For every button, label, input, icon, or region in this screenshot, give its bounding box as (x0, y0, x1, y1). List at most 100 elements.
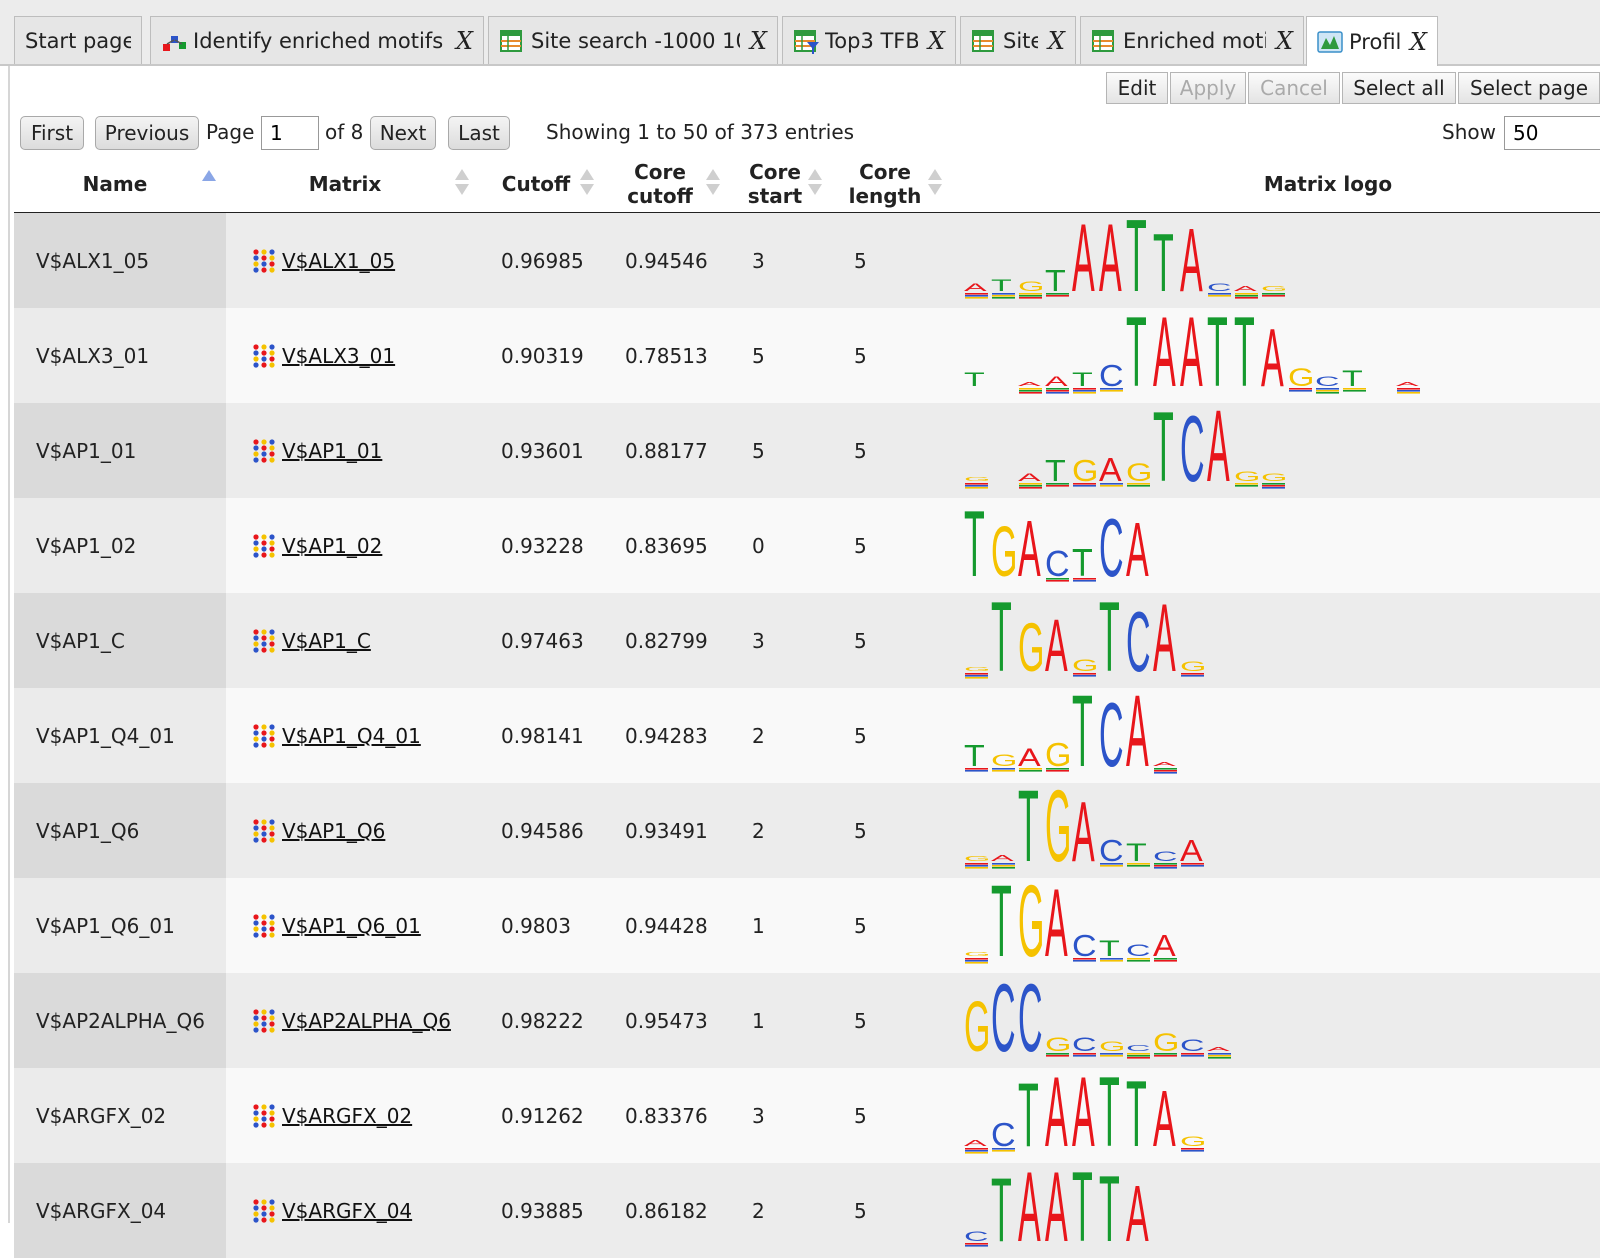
logo-letter-t: T (1045, 454, 1066, 488)
logo-letter-t: T (1099, 599, 1120, 683)
sort-ascending-icon[interactable] (202, 168, 216, 196)
close-tab-icon[interactable]: X (928, 27, 945, 55)
logo-minor-band (1100, 1055, 1123, 1057)
first-page-button[interactable]: First (20, 116, 84, 150)
logo-letter-t: T (1234, 314, 1255, 398)
logo-letter-c: C (1207, 281, 1232, 293)
column-header-name[interactable]: Name (60, 172, 170, 196)
close-tab-icon[interactable]: X (1276, 27, 1293, 55)
table-row[interactable]: V$ARGFX_02 V$ARGFX_02 0.91262 0.83376 3 5 A C T A… (14, 1068, 1600, 1163)
matrix-link[interactable]: V$AP2ALPHA_Q6 (282, 1009, 451, 1033)
sort-both-icon[interactable] (808, 168, 822, 196)
table-row[interactable]: V$AP1_01 V$AP1_01 0.93601 0.88177 5 5 G A T G A G T C… (14, 403, 1600, 498)
core-cutoff-cell: 0.94283 (625, 723, 708, 748)
table-row[interactable]: V$AP1_02 V$AP1_02 0.93228 0.83695 0 5 T G A C T C A (14, 498, 1600, 593)
matrix-link[interactable]: V$AP1_C (282, 629, 371, 653)
tab-enriched-motifs[interactable]: Enriched motifs X (1080, 16, 1304, 64)
logo-letter-c: C (1072, 929, 1097, 963)
matrix-link[interactable]: V$ARGFX_02 (282, 1104, 412, 1128)
column-header-core-cutoff[interactable]: Core cutoff (620, 160, 700, 208)
logo-minor-band (1127, 1055, 1150, 1057)
core-cutoff-cell: 0.83376 (625, 1103, 708, 1128)
workflow-icon (163, 35, 186, 51)
close-tab-icon[interactable]: X (1410, 28, 1427, 56)
next-page-button[interactable]: Next (370, 116, 436, 150)
edit-button[interactable]: Edit (1106, 72, 1168, 104)
last-page-button[interactable]: Last (448, 116, 510, 150)
tab-start-page[interactable]: Start page (14, 16, 142, 64)
sort-both-icon[interactable] (455, 168, 469, 196)
logo-letter-c: C (1315, 374, 1340, 389)
logo-minor-band (1073, 673, 1096, 675)
matrix-cell: V$AP2ALPHA_Q6 (252, 973, 451, 1068)
column-header-matrix[interactable]: Matrix (300, 172, 390, 196)
table-row[interactable]: V$ALX3_01 V$ALX3_01 0.90319 0.78513 5 5 T A A T C T… (14, 308, 1600, 403)
sort-both-icon[interactable] (928, 168, 942, 196)
table-row[interactable]: V$AP1_Q4_01 V$AP1_Q4_01 0.98141 0.94283 2 5 T G… (14, 688, 1600, 783)
tab-top3-tfbs[interactable]: Top3 TFBS X (782, 16, 956, 64)
tab-site-search-1000-100[interactable]: Site search -1000 100 X (488, 16, 778, 64)
logo-letter-a: A (1045, 884, 1068, 968)
logo-letter-g: G (964, 855, 990, 863)
tab-sites[interactable]: Sites X (960, 16, 1076, 64)
logo-minor-band (992, 768, 1015, 770)
matrix-link[interactable]: V$AP1_02 (282, 534, 382, 558)
logo-letter-t: T (1126, 314, 1147, 398)
previous-page-button[interactable]: Previous (95, 116, 199, 150)
matrix-icon (253, 343, 275, 368)
matrix-link[interactable]: V$AP1_Q4_01 (282, 724, 421, 748)
matrix-link[interactable]: V$ARGFX_04 (282, 1199, 412, 1223)
logo-minor-band (992, 293, 1015, 295)
column-header-core-start[interactable]: Core start (742, 160, 808, 208)
tab-identify-enriched-motifs[interactable]: Identify enriched motifs ... X (150, 16, 484, 64)
cutoff-cell: 0.97463 (501, 628, 584, 653)
matrix-cell: V$ARGFX_04 (252, 1163, 412, 1258)
table-row[interactable]: V$ARGFX_04 V$ARGFX_04 0.93885 0.86182 2 5 C T A A… (14, 1163, 1600, 1258)
name-cell: V$ARGFX_02 (14, 1068, 226, 1163)
cutoff-cell: 0.9803 (501, 913, 571, 938)
logo-minor-band (1289, 388, 1312, 390)
logo-minor-band (1343, 390, 1366, 392)
table-row[interactable]: V$AP1_C V$AP1_C 0.97463 0.82799 3 5 G T G A G T C A G (14, 593, 1600, 688)
select-page-button[interactable]: Select page (1458, 72, 1600, 104)
table-row[interactable]: V$AP1_Q6_01 V$AP1_Q6_01 0.9803 0.94428 1 5 G T G… (14, 878, 1600, 973)
column-header-cutoff[interactable]: Cutoff (496, 172, 576, 196)
table-row[interactable]: V$AP1_Q6 V$AP1_Q6 0.94586 0.93491 2 5 G A T G A C T C… (14, 783, 1600, 878)
page-size-input[interactable] (1504, 116, 1600, 150)
table-row[interactable]: V$ALX1_05 V$ALX1_05 0.96985 0.94546 3 5 A T G T A A… (14, 213, 1600, 308)
select-all-button[interactable]: Select all (1342, 72, 1456, 104)
column-header-core-length[interactable]: Core length (840, 160, 930, 208)
matrix-link[interactable]: V$ALX3_01 (282, 344, 395, 368)
logo-minor-band (965, 1245, 988, 1247)
close-tab-icon[interactable]: X (456, 27, 473, 55)
page-number-input[interactable] (261, 116, 319, 150)
logo-minor-band (1397, 388, 1420, 390)
logo-minor-band (1235, 485, 1258, 487)
logo-letter-a: A (1045, 1169, 1068, 1253)
close-tab-icon[interactable]: X (750, 27, 767, 55)
matrix-link[interactable]: V$AP1_Q6 (282, 819, 385, 843)
logo-letter-a: A (1234, 285, 1258, 293)
tab-label: Enriched motifs (1123, 28, 1266, 53)
logo-minor-band (1019, 770, 1042, 772)
matrix-cell: V$ALX1_05 (252, 213, 395, 308)
sort-both-icon[interactable] (706, 168, 720, 196)
logo-minor-band (1316, 388, 1339, 390)
apply-button[interactable]: Apply (1170, 72, 1246, 104)
core-start-cell: 1 (752, 1008, 765, 1033)
tab-profile[interactable]: Profile X (1306, 16, 1438, 66)
sort-both-icon[interactable] (580, 168, 594, 196)
table-row[interactable]: V$AP2ALPHA_Q6 V$AP2ALPHA_Q6 0.98222 0.95473… (14, 973, 1600, 1068)
column-header-core-cutoff-line1: Core (634, 160, 686, 184)
logo-letter-c: C (1018, 979, 1043, 1063)
matrix-link[interactable]: V$AP1_Q6_01 (282, 914, 421, 938)
matrix-link[interactable]: V$AP1_01 (282, 439, 382, 463)
close-tab-icon[interactable]: X (1048, 27, 1065, 55)
logo-minor-band (965, 487, 988, 489)
logo-minor-band (1181, 1055, 1204, 1057)
logo-minor-band (1019, 768, 1042, 770)
logo-letter-a: A (964, 1139, 987, 1148)
logo-minor-band (1127, 865, 1150, 867)
matrix-link[interactable]: V$ALX1_05 (282, 249, 395, 273)
cancel-button[interactable]: Cancel (1248, 72, 1340, 104)
